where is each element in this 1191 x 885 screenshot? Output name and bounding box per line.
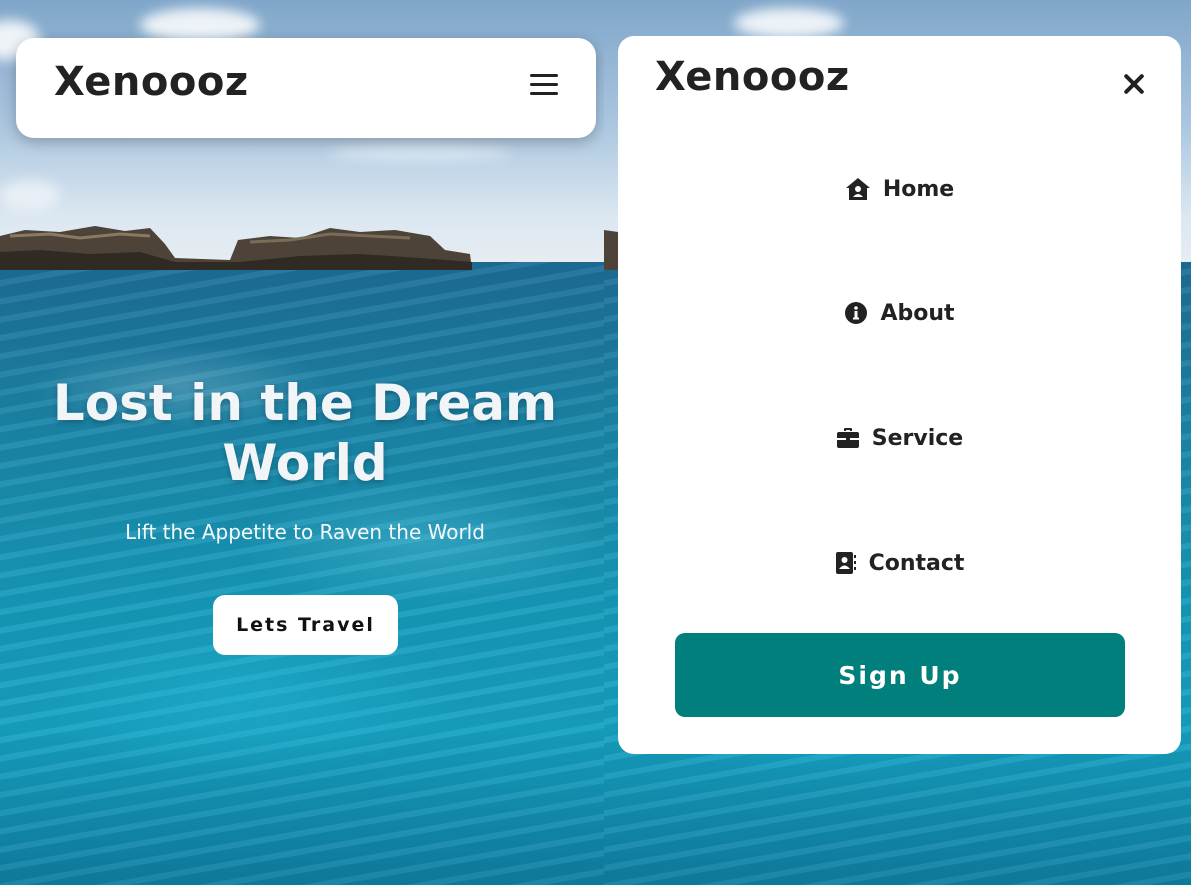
menu-item-label: Service — [871, 425, 964, 451]
sign-up-button[interactable]: Sign Up — [675, 633, 1125, 717]
mobile-menu-panel: Xenoooz Home About Service Contact Sign … — [618, 36, 1181, 754]
hero-subtitle: Lift the Appetite to Raven the World — [125, 520, 485, 544]
lets-travel-button[interactable]: Lets Travel — [213, 595, 398, 655]
home-screen: Xenoooz Lost in the Dream World Lift the… — [0, 0, 604, 885]
hero-title: Lost in the Dream World — [52, 374, 558, 492]
menu-item-label: Home — [882, 176, 955, 202]
home-icon — [845, 178, 870, 200]
menu-item-about[interactable]: About — [618, 293, 1181, 333]
cloud — [734, 8, 844, 38]
rocky-island — [0, 222, 475, 270]
contact-book-icon — [835, 552, 856, 574]
menu-item-contact[interactable]: Contact — [618, 543, 1181, 583]
hamburger-menu-icon[interactable] — [530, 72, 560, 100]
cloud — [330, 145, 510, 161]
menu-item-label: About — [880, 300, 955, 326]
menu-item-label: Contact — [868, 550, 965, 576]
sea — [0, 262, 604, 885]
menu-item-service[interactable]: Service — [618, 418, 1181, 458]
info-icon — [845, 302, 868, 324]
menu-item-home[interactable]: Home — [618, 169, 1181, 209]
cloud — [140, 8, 260, 42]
brand-logo[interactable]: Xenoooz — [655, 54, 850, 100]
cloud — [0, 180, 60, 210]
briefcase-icon — [836, 428, 859, 448]
menu-screen: Xenoooz Home About Service Contact Sign … — [604, 0, 1191, 885]
close-icon[interactable] — [1121, 71, 1147, 97]
brand-logo[interactable]: Xenoooz — [54, 59, 249, 105]
navbar: Xenoooz — [16, 38, 596, 138]
